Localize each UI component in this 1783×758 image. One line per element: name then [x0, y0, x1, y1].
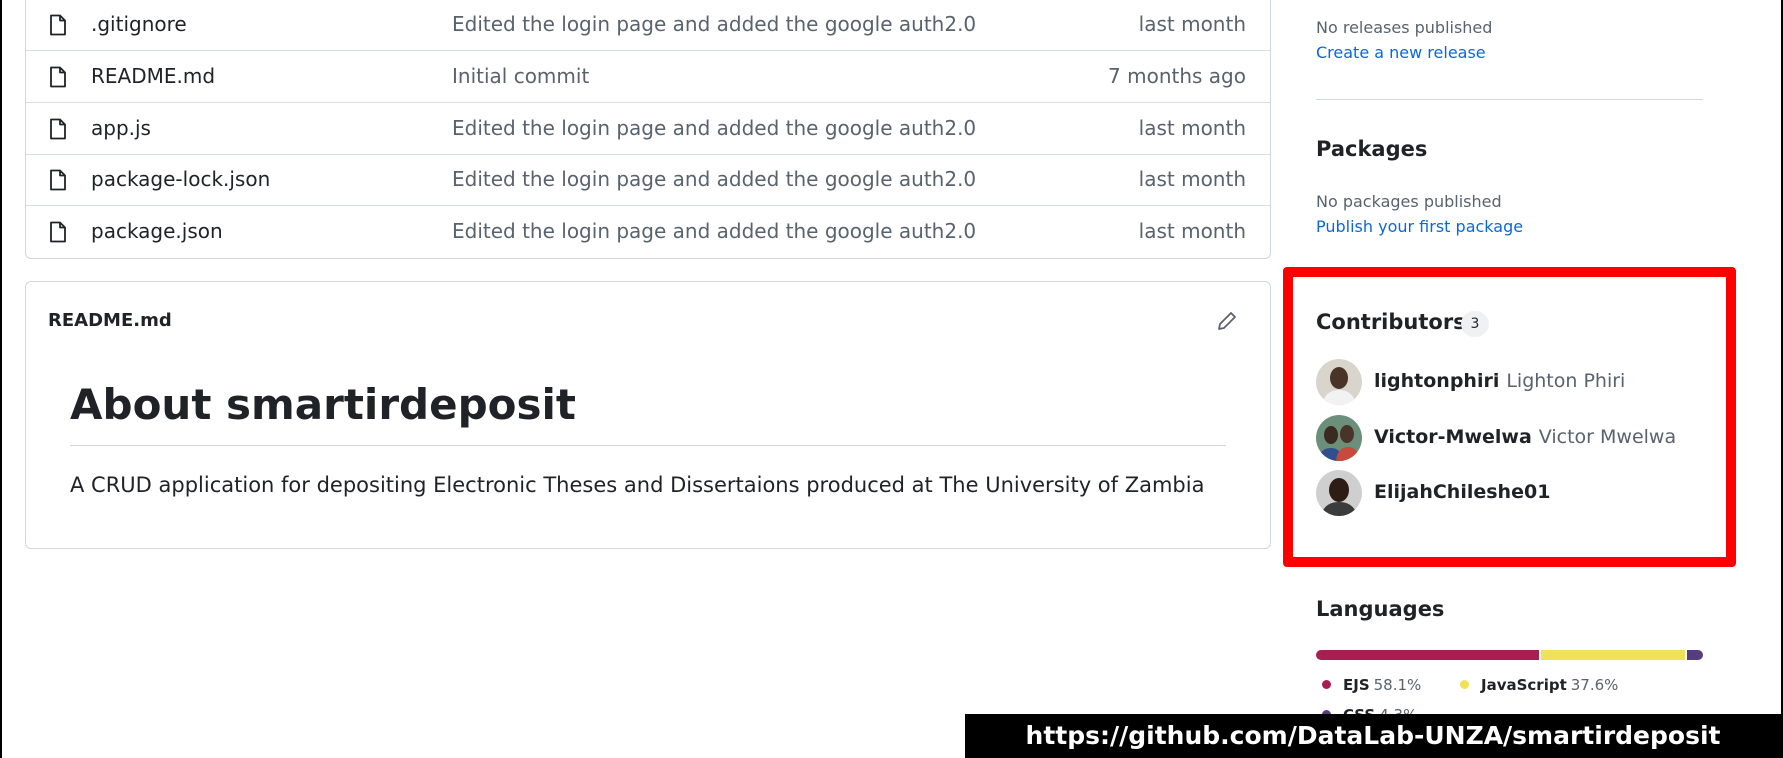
contributors-count-badge: 3	[1461, 311, 1489, 337]
readme-divider	[70, 445, 1226, 446]
commit-age: last month	[1138, 167, 1246, 191]
language-percent: 37.6%	[1570, 676, 1619, 694]
releases-empty-text: No releases published	[1316, 18, 1493, 37]
commit-message[interactable]: Edited the login page and added the goog…	[452, 116, 976, 140]
language-dot	[1460, 680, 1469, 689]
contributor-login[interactable]: lightonphiri	[1374, 370, 1499, 392]
file-name[interactable]: package-lock.json	[91, 167, 270, 191]
url-banner: https://github.com/DataLab-UNZA/smartird…	[965, 714, 1781, 758]
avatar[interactable]	[1316, 359, 1362, 405]
file-icon	[50, 14, 66, 36]
file-row[interactable]: package-lock.json Edited the login page …	[26, 155, 1270, 206]
file-row[interactable]: .gitignore Edited the login page and add…	[26, 0, 1270, 51]
languages-heading: Languages	[1316, 597, 1445, 621]
language-name: JavaScript	[1481, 676, 1567, 694]
packages-heading[interactable]: Packages	[1316, 137, 1427, 161]
file-row[interactable]: README.md Initial commit 7 months ago	[26, 52, 1270, 103]
file-name[interactable]: app.js	[91, 116, 151, 140]
language-dot	[1322, 680, 1331, 689]
commit-age: 7 months ago	[1108, 64, 1246, 88]
language-bar	[1316, 650, 1703, 660]
language-percent: 58.1%	[1373, 676, 1422, 694]
pencil-icon[interactable]	[1216, 310, 1238, 332]
contributor-name: Lighton Phiri	[1506, 370, 1626, 392]
contributor-name: Victor Mwelwa	[1538, 426, 1677, 448]
language-name: EJS	[1343, 676, 1370, 694]
language-item-javascript[interactable]: JavaScript 37.6%	[1460, 676, 1618, 694]
commit-message[interactable]: Edited the login page and added the goog…	[452, 167, 976, 191]
packages-empty-text: No packages published	[1316, 192, 1502, 211]
create-release-link[interactable]: Create a new release	[1316, 43, 1486, 62]
file-icon	[50, 169, 66, 191]
contributor-login[interactable]: Victor-Mwelwa	[1374, 426, 1532, 448]
file-name[interactable]: .gitignore	[91, 12, 187, 36]
readme-description: A CRUD application for depositing Electr…	[70, 473, 1205, 497]
file-row[interactable]: package.json Edited the login page and a…	[26, 207, 1270, 258]
readme-filename[interactable]: README.md	[48, 310, 172, 331]
file-icon	[50, 118, 66, 140]
readme-panel: README.md About smartirdeposit A CRUD ap…	[25, 281, 1271, 549]
publish-package-link[interactable]: Publish your first package	[1316, 217, 1523, 236]
readme-title: About smartirdeposit	[70, 380, 576, 429]
commit-message[interactable]: Edited the login page and added the goog…	[452, 219, 976, 243]
file-name[interactable]: README.md	[91, 64, 215, 88]
avatar[interactable]	[1316, 470, 1362, 516]
commit-message[interactable]: Edited the login page and added the goog…	[452, 12, 976, 36]
commit-message[interactable]: Initial commit	[452, 64, 589, 88]
language-item-ejs[interactable]: EJS 58.1%	[1322, 676, 1421, 694]
contributors-heading[interactable]: Contributors	[1316, 310, 1466, 334]
commit-age: last month	[1138, 116, 1246, 140]
contributor-login[interactable]: ElijahChileshe01	[1374, 481, 1550, 503]
commit-age: last month	[1138, 12, 1246, 36]
language-bar-segment-javascript[interactable]	[1540, 650, 1685, 660]
file-row[interactable]: app.js Edited the login page and added t…	[26, 104, 1270, 155]
file-name[interactable]: package.json	[91, 219, 223, 243]
language-bar-segment-ejs[interactable]	[1316, 650, 1539, 660]
contributor-item[interactable]: lightonphiri Lighton Phiri	[1316, 359, 1716, 407]
file-list: .gitignore Edited the login page and add…	[25, 0, 1271, 259]
commit-age: last month	[1138, 219, 1246, 243]
language-bar-segment-css[interactable]	[1686, 650, 1703, 660]
contributor-item[interactable]: ElijahChileshe01	[1316, 470, 1716, 518]
sidebar-divider	[1316, 99, 1703, 100]
file-icon	[50, 221, 66, 243]
file-icon	[50, 66, 66, 88]
avatar[interactable]	[1316, 415, 1362, 461]
contributor-item[interactable]: Victor-Mwelwa Victor Mwelwa	[1316, 415, 1716, 463]
